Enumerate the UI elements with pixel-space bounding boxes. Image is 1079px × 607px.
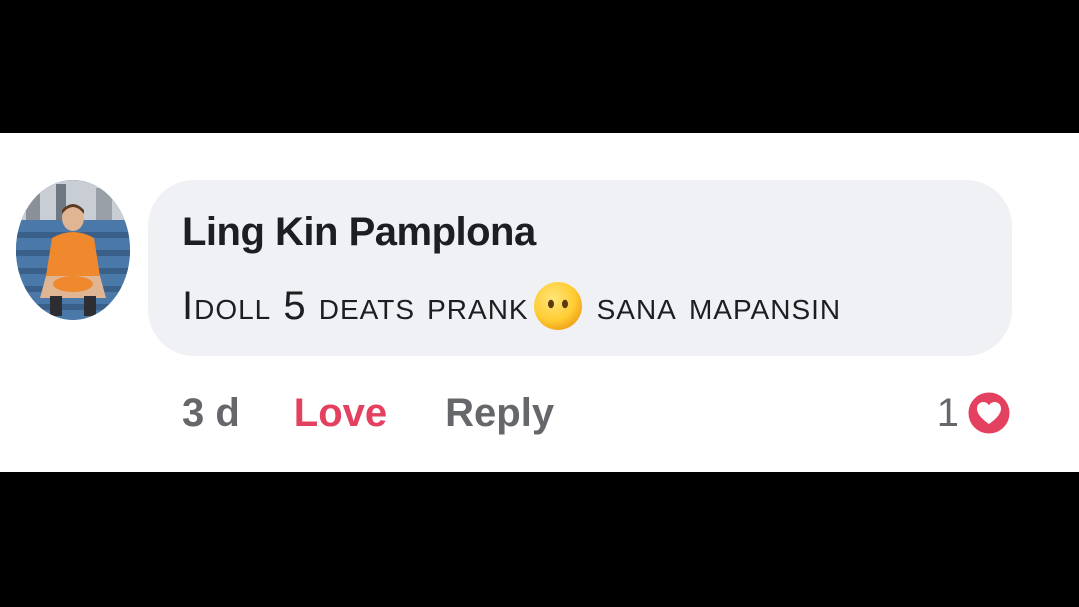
letterbox-bottom (0, 472, 1079, 607)
reply-button[interactable]: Reply (445, 391, 554, 436)
comment-author[interactable]: Ling Kin Pamplona (182, 210, 536, 255)
comment-actions: 3 d Love Reply (182, 383, 554, 443)
comment-body: Idoll 5 deats prank sana mapansin (182, 280, 841, 332)
avatar[interactable] (16, 180, 130, 320)
letterbox-top (0, 0, 1079, 133)
reaction-count: 1 (936, 390, 959, 435)
comment-timestamp[interactable]: 3 d (182, 391, 240, 436)
face-without-mouth-emoji (533, 281, 583, 331)
comment-text-part1: Idoll 5 deats prank (182, 284, 529, 328)
comment-panel: Ling Kin Pamplona Idoll 5 deats prank sa… (0, 133, 1079, 472)
reaction-summary[interactable]: 1 (937, 383, 1013, 443)
comment-bubble: Ling Kin Pamplona Idoll 5 deats prank sa… (148, 180, 1012, 356)
avatar-image (16, 180, 130, 320)
heart-icon (965, 389, 1013, 437)
love-button[interactable]: Love (294, 391, 387, 436)
comment-text-part2: sana mapansin (596, 284, 842, 328)
